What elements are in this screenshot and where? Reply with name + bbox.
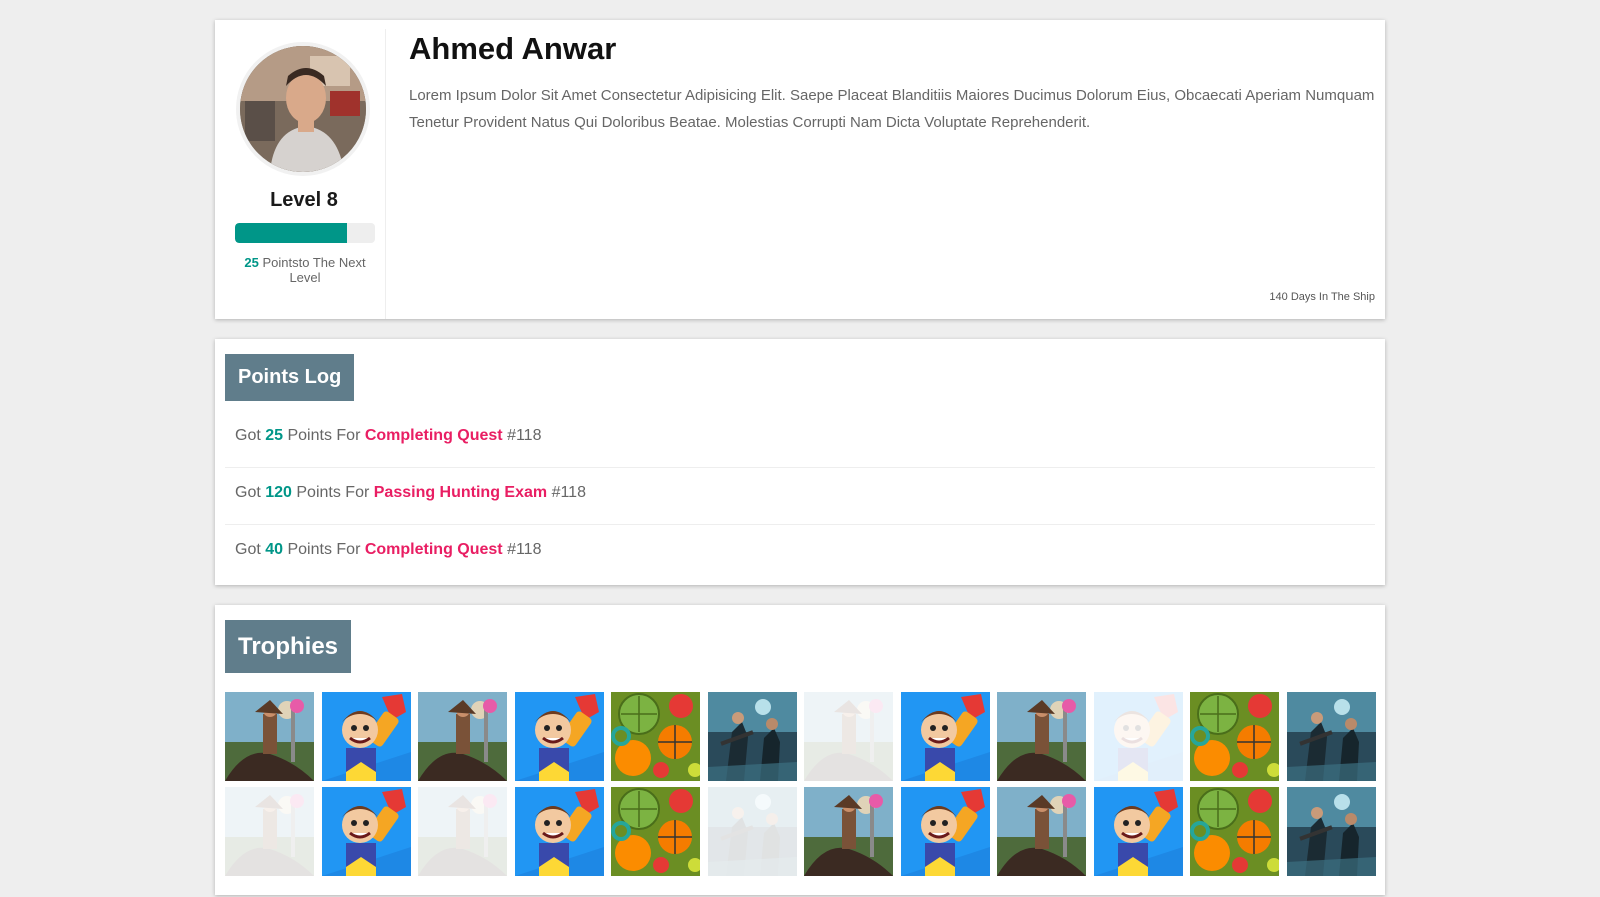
log-points: 40 <box>265 541 284 558</box>
trophies-card: Trophies <box>215 605 1385 895</box>
trophy-item[interactable] <box>418 787 507 876</box>
trophy-item[interactable] <box>514 787 604 876</box>
jetpack-hero-icon <box>514 787 604 876</box>
soldiers-icon <box>707 692 797 781</box>
log-action-link[interactable]: Completing Quest <box>365 427 503 444</box>
jetpack-hero-icon <box>900 692 990 781</box>
warrior-icon <box>997 692 1086 781</box>
soldiers-icon <box>707 787 797 876</box>
sports-balls-icon <box>611 787 700 876</box>
trophy-item[interactable] <box>418 692 507 781</box>
jetpack-hero-icon <box>1093 692 1183 781</box>
log-action-link[interactable]: Passing Hunting Exam <box>374 484 547 501</box>
profile-bio: Lorem Ipsum Dolor Sit Amet Consectetur A… <box>409 87 1375 131</box>
warrior-icon <box>225 787 314 876</box>
log-ref: #118 <box>502 427 542 444</box>
next-level-points: 25 <box>244 255 259 270</box>
next-level-text: 25 Pointsto The Next Level <box>235 255 375 285</box>
jetpack-hero-icon <box>514 692 604 781</box>
jetpack-hero-icon <box>1093 787 1183 876</box>
trophy-item[interactable] <box>900 787 990 876</box>
trophy-item[interactable] <box>804 692 893 781</box>
trophy-item[interactable] <box>707 787 797 876</box>
log-action-link[interactable]: Completing Quest <box>365 541 503 558</box>
trophy-item[interactable] <box>225 787 314 876</box>
log-middle: Points For <box>291 484 374 501</box>
trophy-item[interactable] <box>804 787 893 876</box>
log-prefix: Got <box>235 541 266 558</box>
avatar[interactable] <box>236 42 370 176</box>
warrior-icon <box>225 692 314 781</box>
trophy-item[interactable] <box>1286 692 1376 781</box>
log-ref: #118 <box>547 484 586 501</box>
points-log-list: Got 25 Points For Completing Quest #118 … <box>225 411 1375 582</box>
sports-balls-icon <box>611 692 700 781</box>
profile-card: Level 8 25 Pointsto The Next Level Ahmed… <box>215 20 1385 319</box>
trophy-item[interactable] <box>321 787 411 876</box>
profile-name: Ahmed Anwar <box>409 31 617 66</box>
log-prefix: Got <box>235 427 266 444</box>
level-progress-fill <box>235 223 347 243</box>
sports-balls-icon <box>1190 787 1279 876</box>
log-item: Got 40 Points For Completing Quest #118 <box>225 525 1375 582</box>
trophy-item[interactable] <box>997 692 1086 781</box>
trophy-item[interactable] <box>900 692 990 781</box>
points-log-card: Points Log Got 25 Points For Completing … <box>215 339 1385 585</box>
trophy-item[interactable] <box>1093 692 1183 781</box>
log-item: Got 120 Points For Passing Hunting Exam … <box>225 468 1375 525</box>
level-progress-bar <box>235 223 375 243</box>
soldiers-icon <box>1286 692 1376 781</box>
trophy-grid <box>225 692 1376 876</box>
trophy-item[interactable] <box>611 692 700 781</box>
trophy-item[interactable] <box>707 692 797 781</box>
trophy-item[interactable] <box>514 692 604 781</box>
warrior-icon <box>418 787 507 876</box>
jetpack-hero-icon <box>321 787 411 876</box>
jetpack-hero-icon <box>321 692 411 781</box>
log-points: 25 <box>265 427 284 444</box>
points-log-title: Points Log <box>225 354 355 401</box>
trophy-item[interactable] <box>225 692 314 781</box>
log-item: Got 25 Points For Completing Quest #118 <box>225 411 1375 468</box>
log-prefix: Got <box>235 484 266 501</box>
level-label: Level 8 <box>270 189 338 211</box>
trophy-item[interactable] <box>1190 787 1279 876</box>
warrior-icon <box>804 692 893 781</box>
trophy-item[interactable] <box>1190 692 1279 781</box>
log-middle: Points For <box>283 427 365 444</box>
trophies-title: Trophies <box>225 620 352 673</box>
warrior-icon <box>997 787 1086 876</box>
trophy-item[interactable] <box>1093 787 1183 876</box>
trophy-item[interactable] <box>611 787 700 876</box>
profile-sidebar: Level 8 25 Pointsto The Next Level <box>215 29 386 319</box>
log-middle: Points For <box>283 541 365 558</box>
log-points: 120 <box>265 484 292 501</box>
warrior-icon <box>804 787 893 876</box>
log-ref: #118 <box>502 541 542 558</box>
trophy-item[interactable] <box>997 787 1086 876</box>
trophy-item[interactable] <box>321 692 411 781</box>
trophy-item[interactable] <box>1286 787 1376 876</box>
jetpack-hero-icon <box>900 787 990 876</box>
next-level-suffix: Pointsto The Next Level <box>258 255 366 285</box>
soldiers-icon <box>1286 787 1376 876</box>
days-on-ship: 140 Days In The Ship <box>1269 291 1375 303</box>
warrior-icon <box>418 692 507 781</box>
sports-balls-icon <box>1190 692 1279 781</box>
